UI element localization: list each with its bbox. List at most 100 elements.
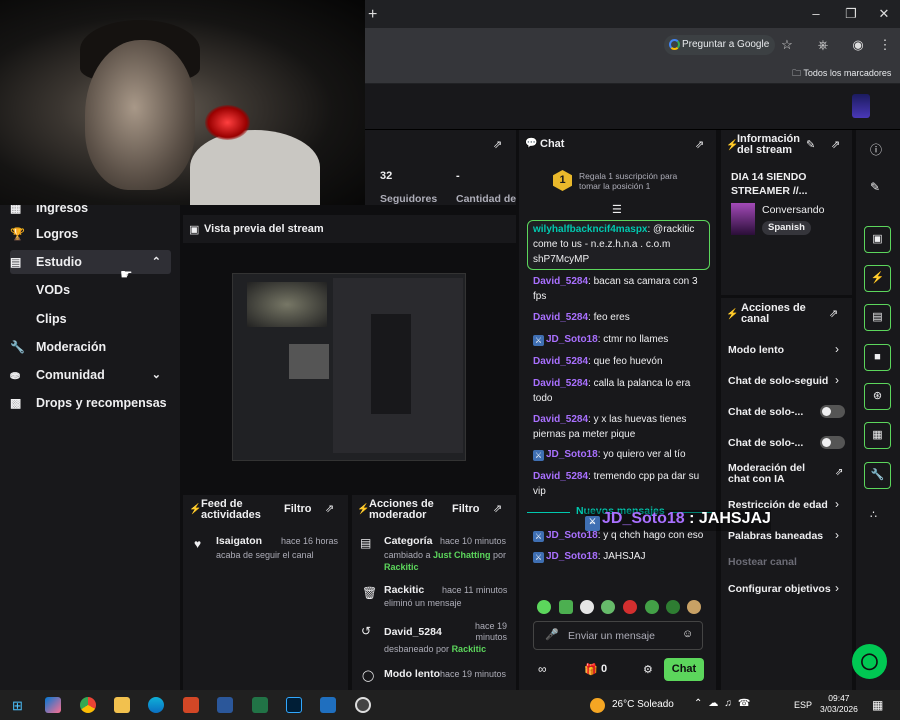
powerpoint-icon[interactable] — [183, 697, 199, 713]
action-goals[interactable]: Configurar objetivos — [728, 583, 831, 595]
emote-icon[interactable] — [687, 600, 701, 614]
external-link-icon[interactable]: ⇗ — [835, 467, 843, 478]
preview-icon: ▣ — [189, 224, 200, 236]
chrome-icon[interactable] — [80, 697, 96, 713]
bits-icon[interactable]: ∞ — [538, 662, 547, 676]
emote-icon[interactable] — [623, 600, 637, 614]
mod-filter-button[interactable]: Filtro — [452, 504, 480, 515]
windows-start-icon[interactable]: ⊞ — [12, 698, 23, 714]
wrench-icon[interactable]: 🔧 — [864, 462, 891, 489]
emote-icon[interactable] — [580, 600, 594, 614]
action-subs-only: Chat de solo-... — [728, 406, 804, 418]
restore-icon[interactable]: ❐ — [843, 6, 859, 22]
microphone-icon[interactable]: 🎤 — [545, 628, 559, 641]
taskbar-clock[interactable]: 09:47 3/03/2026 — [820, 693, 858, 715]
user-avatar[interactable] — [852, 94, 870, 118]
sidebar-item-vods[interactable]: VODs — [36, 283, 70, 297]
heart-icon: ♥ — [194, 537, 202, 551]
chevron-right-icon[interactable]: › — [835, 581, 839, 595]
broadcast-icon[interactable]: ⊛ — [864, 383, 891, 410]
chat-bubble-icon[interactable]: ■ — [864, 344, 891, 371]
chevron-right-icon[interactable]: › — [835, 528, 839, 542]
chevron-right-icon[interactable]: › — [835, 342, 839, 356]
help-chat-button[interactable]: ◯ — [852, 644, 887, 679]
new-tab-button[interactable]: + — [368, 6, 377, 24]
subs-count: - — [456, 170, 460, 182]
emote-icon[interactable] — [537, 600, 551, 614]
obs-icon[interactable] — [355, 697, 371, 713]
excel-icon[interactable] — [252, 697, 268, 713]
word-icon[interactable] — [217, 697, 233, 713]
popout-icon[interactable]: ⇗ — [695, 138, 704, 151]
sidebar-item-estudio[interactable]: ▤ Estudio ⌃ — [10, 250, 171, 274]
info-title: Información del stream — [737, 133, 800, 156]
popout-icon[interactable]: ⇗ — [493, 502, 502, 515]
emote-icon[interactable] — [666, 600, 680, 614]
chevron-right-icon[interactable]: › — [835, 373, 839, 387]
preview-thumb — [289, 344, 329, 379]
action-ai-moderation[interactable]: Moderación del chat con IA — [728, 463, 828, 485]
sidebar-item-logros[interactable]: 🏆 Logros — [10, 222, 78, 246]
all-bookmarks-folder[interactable]: 🗀 Todos los marcadores — [792, 66, 891, 82]
profile-icon[interactable]: ◉ — [850, 37, 866, 53]
pencil-icon[interactable]: ✎ — [806, 138, 815, 151]
emote-icon[interactable] — [601, 600, 615, 614]
popout-icon[interactable]: ⇗ — [831, 138, 840, 151]
extensions-icon[interactable]: ⎈ — [815, 37, 831, 53]
chevron-right-icon[interactable]: › — [835, 497, 839, 511]
notifications-icon[interactable]: ▦ — [872, 698, 883, 712]
ask-google-button[interactable]: Preguntar a Google — [664, 35, 776, 55]
preview-title: Vista previa del stream — [204, 223, 324, 235]
gift-icon[interactable]: 🎁 — [584, 663, 598, 676]
emoji-icon[interactable]: ☺ — [682, 628, 693, 640]
close-icon[interactable]: ✕ — [876, 6, 892, 22]
info-circle-icon[interactable]: ⓘ — [870, 141, 882, 158]
raid-icon[interactable]: ▦ — [864, 422, 891, 449]
action-followers-only[interactable]: Chat de solo-seguid — [728, 375, 830, 387]
lightning-icon[interactable]: ⚡ — [864, 265, 891, 292]
chevron-up-icon: ⌃ — [151, 256, 161, 268]
photoshop-icon[interactable] — [286, 697, 302, 713]
collapse-icon[interactable]: ☰ — [612, 203, 622, 216]
feed-time: hace 16 horas — [281, 536, 339, 546]
popout-icon[interactable]: ⇗ — [325, 502, 334, 515]
sidebar-item-moderacion[interactable]: 🔧 Moderación — [10, 335, 106, 359]
gift-text[interactable]: Regala 1 suscripción para tomar la posic… — [579, 171, 694, 191]
edge-icon[interactable] — [148, 697, 164, 713]
popout-icon[interactable]: ⇗ — [829, 307, 838, 320]
gear-icon[interactable]: ⚙ — [643, 663, 653, 676]
menu-icon[interactable]: ⋮ — [877, 37, 893, 53]
studio-icon: ▤ — [10, 255, 22, 269]
feed-filter-button[interactable]: Filtro — [284, 504, 312, 515]
action-slow-mode[interactable]: Modo lento — [728, 344, 784, 356]
emote-icon[interactable] — [559, 600, 573, 614]
sidebar-item-clips[interactable]: Clips — [36, 312, 67, 326]
chat-message: David_5284: bacan sa camara con 3 fps — [533, 276, 698, 302]
emote-icon[interactable] — [645, 600, 659, 614]
file-explorer-icon[interactable] — [114, 697, 130, 713]
sidebar-item-drops[interactable]: ▩ Drops y recompensas — [10, 391, 167, 415]
actions-icon: ⚡ — [726, 309, 739, 320]
clock-date: 3/03/2026 — [820, 704, 858, 714]
sidebar-item-comunidad[interactable]: ⛂ Comunidad ⌄ — [10, 363, 171, 387]
mod-badge-icon: ⚔ — [533, 450, 544, 461]
star-icon[interactable]: ☆ — [779, 37, 795, 53]
feed-user: Isaigaton — [216, 535, 263, 547]
pencil-icon[interactable]: ✎ — [870, 180, 880, 194]
emote-only-toggle[interactable] — [820, 436, 845, 449]
weather-widget[interactable]: 26°C Soleado — [612, 699, 674, 710]
clip-icon[interactable]: ▣ — [864, 226, 891, 253]
copilot-icon[interactable] — [45, 697, 61, 713]
tray-icons[interactable]: ⌃☁♫☎ — [694, 698, 756, 709]
followers-count: 32 — [380, 170, 393, 182]
language-indicator[interactable]: ESP — [794, 700, 812, 710]
minimize-icon[interactable]: – — [808, 6, 824, 22]
stream-preview-video[interactable] — [232, 273, 466, 461]
popout-icon[interactable]: ⇗ — [493, 138, 502, 151]
app-icon[interactable] — [320, 697, 336, 713]
notes-icon[interactable]: ▤ — [864, 304, 891, 331]
chat-send-button[interactable]: Chat — [664, 658, 704, 681]
action-banned-words[interactable]: Palabras baneadas — [728, 530, 823, 542]
subs-only-toggle[interactable] — [820, 405, 845, 418]
extensions-icon[interactable]: ∴ — [870, 508, 877, 521]
